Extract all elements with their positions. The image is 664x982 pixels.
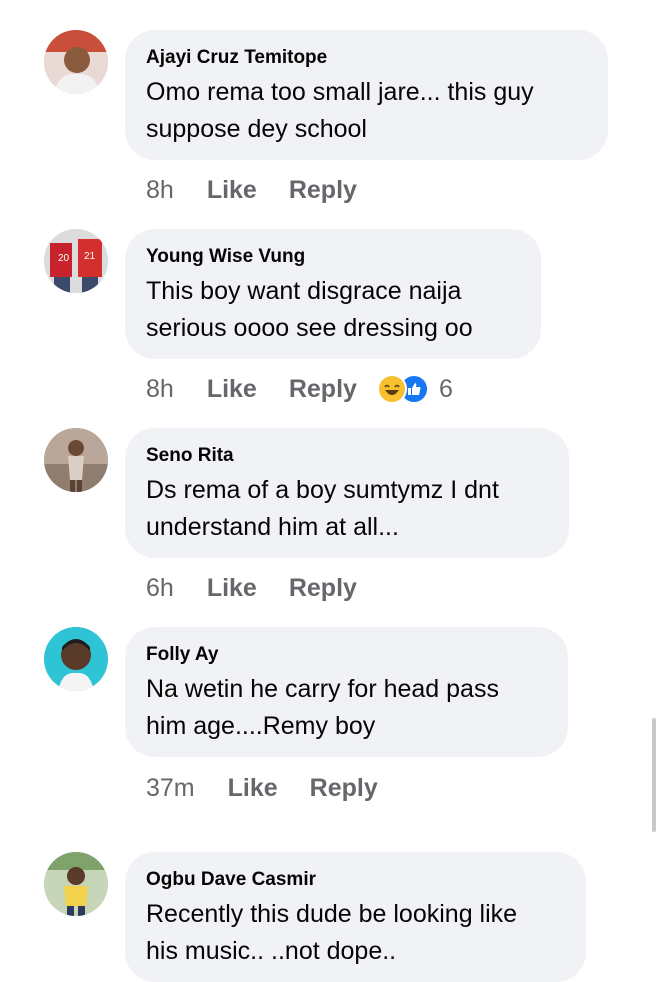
like-button[interactable]: Like [207, 176, 257, 205]
comment-actions: 6h Like Reply [146, 573, 357, 603]
comment-author[interactable]: Ogbu Dave Casmir [146, 868, 564, 892]
comment-text: Recently this dude be looking like his m… [146, 900, 518, 965]
comment-bubble: Ogbu Dave Casmir Recently this dude be l… [125, 852, 586, 982]
comment-author[interactable]: Young Wise Vung [146, 245, 519, 269]
comment-bubble: Folly Ay Na wetin he carry for head pass… [125, 627, 568, 757]
svg-text:20: 20 [58, 253, 70, 264]
comment-actions: 8h Like Reply 6 [146, 374, 453, 404]
avatar[interactable] [44, 428, 108, 492]
comment-text: Ds rema of a boy sumtymz I dnt understan… [146, 476, 499, 541]
reply-button[interactable]: Reply [310, 774, 378, 803]
comment-timestamp[interactable]: 8h [146, 176, 174, 205]
scrollbar[interactable] [652, 718, 656, 832]
avatar[interactable] [44, 852, 108, 916]
comment-text: This boy want disgrace naija serious ooo… [146, 277, 473, 342]
comment-timestamp[interactable]: 8h [146, 375, 174, 404]
reply-button[interactable]: Reply [289, 574, 357, 603]
reply-button[interactable]: Reply [289, 375, 357, 404]
comment-bubble: Ajayi Cruz Temitope Omo rema too small j… [125, 30, 608, 160]
comment-text: Omo rema too small jare... this guy supp… [146, 78, 534, 143]
comment-author[interactable]: Ajayi Cruz Temitope [146, 46, 586, 70]
avatar[interactable] [44, 30, 108, 94]
svg-text:21: 21 [84, 251, 96, 262]
like-button[interactable]: Like [228, 774, 278, 803]
haha-reaction-icon [376, 374, 407, 404]
like-button[interactable]: Like [207, 375, 257, 404]
comment-actions: 8h Like Reply [146, 175, 357, 205]
like-button[interactable]: Like [207, 574, 257, 603]
reply-button[interactable]: Reply [289, 176, 357, 205]
comment-bubble: Young Wise Vung This boy want disgrace n… [125, 229, 541, 359]
comment-bubble: Seno Rita Ds rema of a boy sumtymz I dnt… [125, 428, 569, 558]
comment-actions: 37m Like Reply [146, 773, 378, 803]
comment-timestamp[interactable]: 6h [146, 574, 174, 603]
comment-author[interactable]: Folly Ay [146, 643, 546, 667]
comment-text: Na wetin he carry for head pass him age.… [146, 675, 499, 740]
reaction-summary[interactable]: 6 [376, 374, 453, 404]
reaction-count: 6 [438, 374, 453, 403]
avatar[interactable]: 20 21 [44, 229, 108, 293]
avatar[interactable] [44, 627, 108, 691]
comment-author[interactable]: Seno Rita [146, 444, 547, 468]
comment-timestamp[interactable]: 37m [146, 774, 195, 803]
